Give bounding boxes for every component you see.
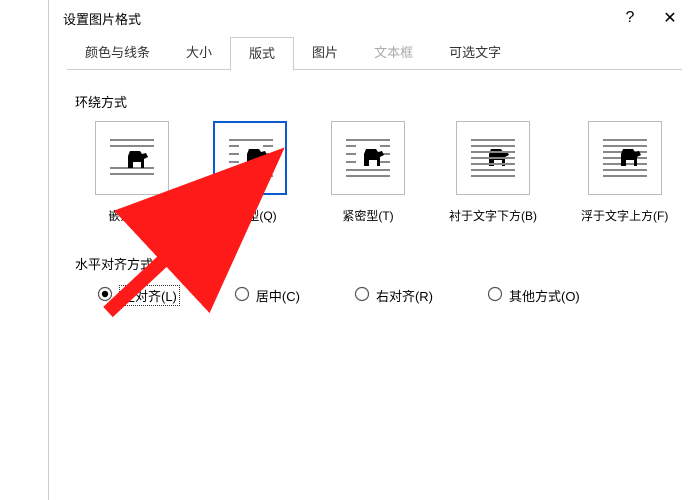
wrap-option-behind[interactable]: 衬于文字下方(B) [449,121,537,224]
wrap-option-icon [588,121,662,195]
align-radio-left[interactable]: 左对齐(L) [97,285,180,306]
wrap-option-caption: 衬于文字下方(B) [449,207,537,224]
wrap-option-square[interactable]: 四周型(Q) [213,121,287,224]
wrap-option-caption: 紧密型(T) [342,207,393,224]
title-bar: 设置图片格式 ? ✕ [49,0,700,36]
align-radio-other[interactable]: 其他方式(O) [487,286,580,305]
radio-label: 居中(C) [256,286,300,305]
wrap-option-caption: 四周型(Q) [223,207,276,224]
radio-label: 左对齐(L) [119,285,180,306]
wrap-option-tight[interactable]: 紧密型(T) [331,121,405,224]
tab-2[interactable]: 版式 [230,37,294,71]
align-radio-row: 左对齐(L) 居中(C) 右对齐(R) 其他方式(O) [97,285,674,306]
wrap-section-label: 环绕方式 [75,92,674,111]
tab-strip: 颜色与线条大小版式图片文本框可选文字 [67,36,682,70]
wrap-option-icon [456,121,530,195]
close-button[interactable]: ✕ [650,0,690,36]
tab-4: 文本框 [356,36,431,70]
help-button[interactable]: ? [610,0,650,36]
radio-icon [234,286,250,305]
radio-icon [97,286,113,305]
tab-content-layout: 环绕方式 嵌入型(I) 四周型(Q) 紧密型(T) 衬于文字下方(B) 浮于文字上方(F… [49,70,700,322]
wrap-option-icon [95,121,169,195]
wrap-option-icon [213,121,287,195]
wrap-option-row: 嵌入型(I) 四周型(Q) 紧密型(T) 衬于文字下方(B) 浮于文字上方(F) [95,121,674,224]
radio-icon [354,286,370,305]
tab-1[interactable]: 大小 [168,36,230,70]
radio-label: 右对齐(R) [376,286,433,305]
tab-0[interactable]: 颜色与线条 [67,36,168,70]
dialog-window: 设置图片格式 ? ✕ 颜色与线条大小版式图片文本框可选文字 环绕方式 嵌入型(I… [48,0,700,500]
dialog-title: 设置图片格式 [63,9,610,28]
wrap-option-inline[interactable]: 嵌入型(I) [95,121,169,224]
radio-icon [487,286,503,305]
tab-3[interactable]: 图片 [294,36,356,70]
wrap-option-caption: 嵌入型(I) [108,207,155,224]
wrap-option-caption: 浮于文字上方(F) [581,207,668,224]
tab-5[interactable]: 可选文字 [431,36,519,70]
wrap-option-infront[interactable]: 浮于文字上方(F) [581,121,668,224]
align-radio-center[interactable]: 居中(C) [234,286,300,305]
radio-label: 其他方式(O) [509,286,580,305]
wrap-option-icon [331,121,405,195]
align-section-label: 水平对齐方式 [75,254,674,273]
align-radio-right[interactable]: 右对齐(R) [354,286,433,305]
